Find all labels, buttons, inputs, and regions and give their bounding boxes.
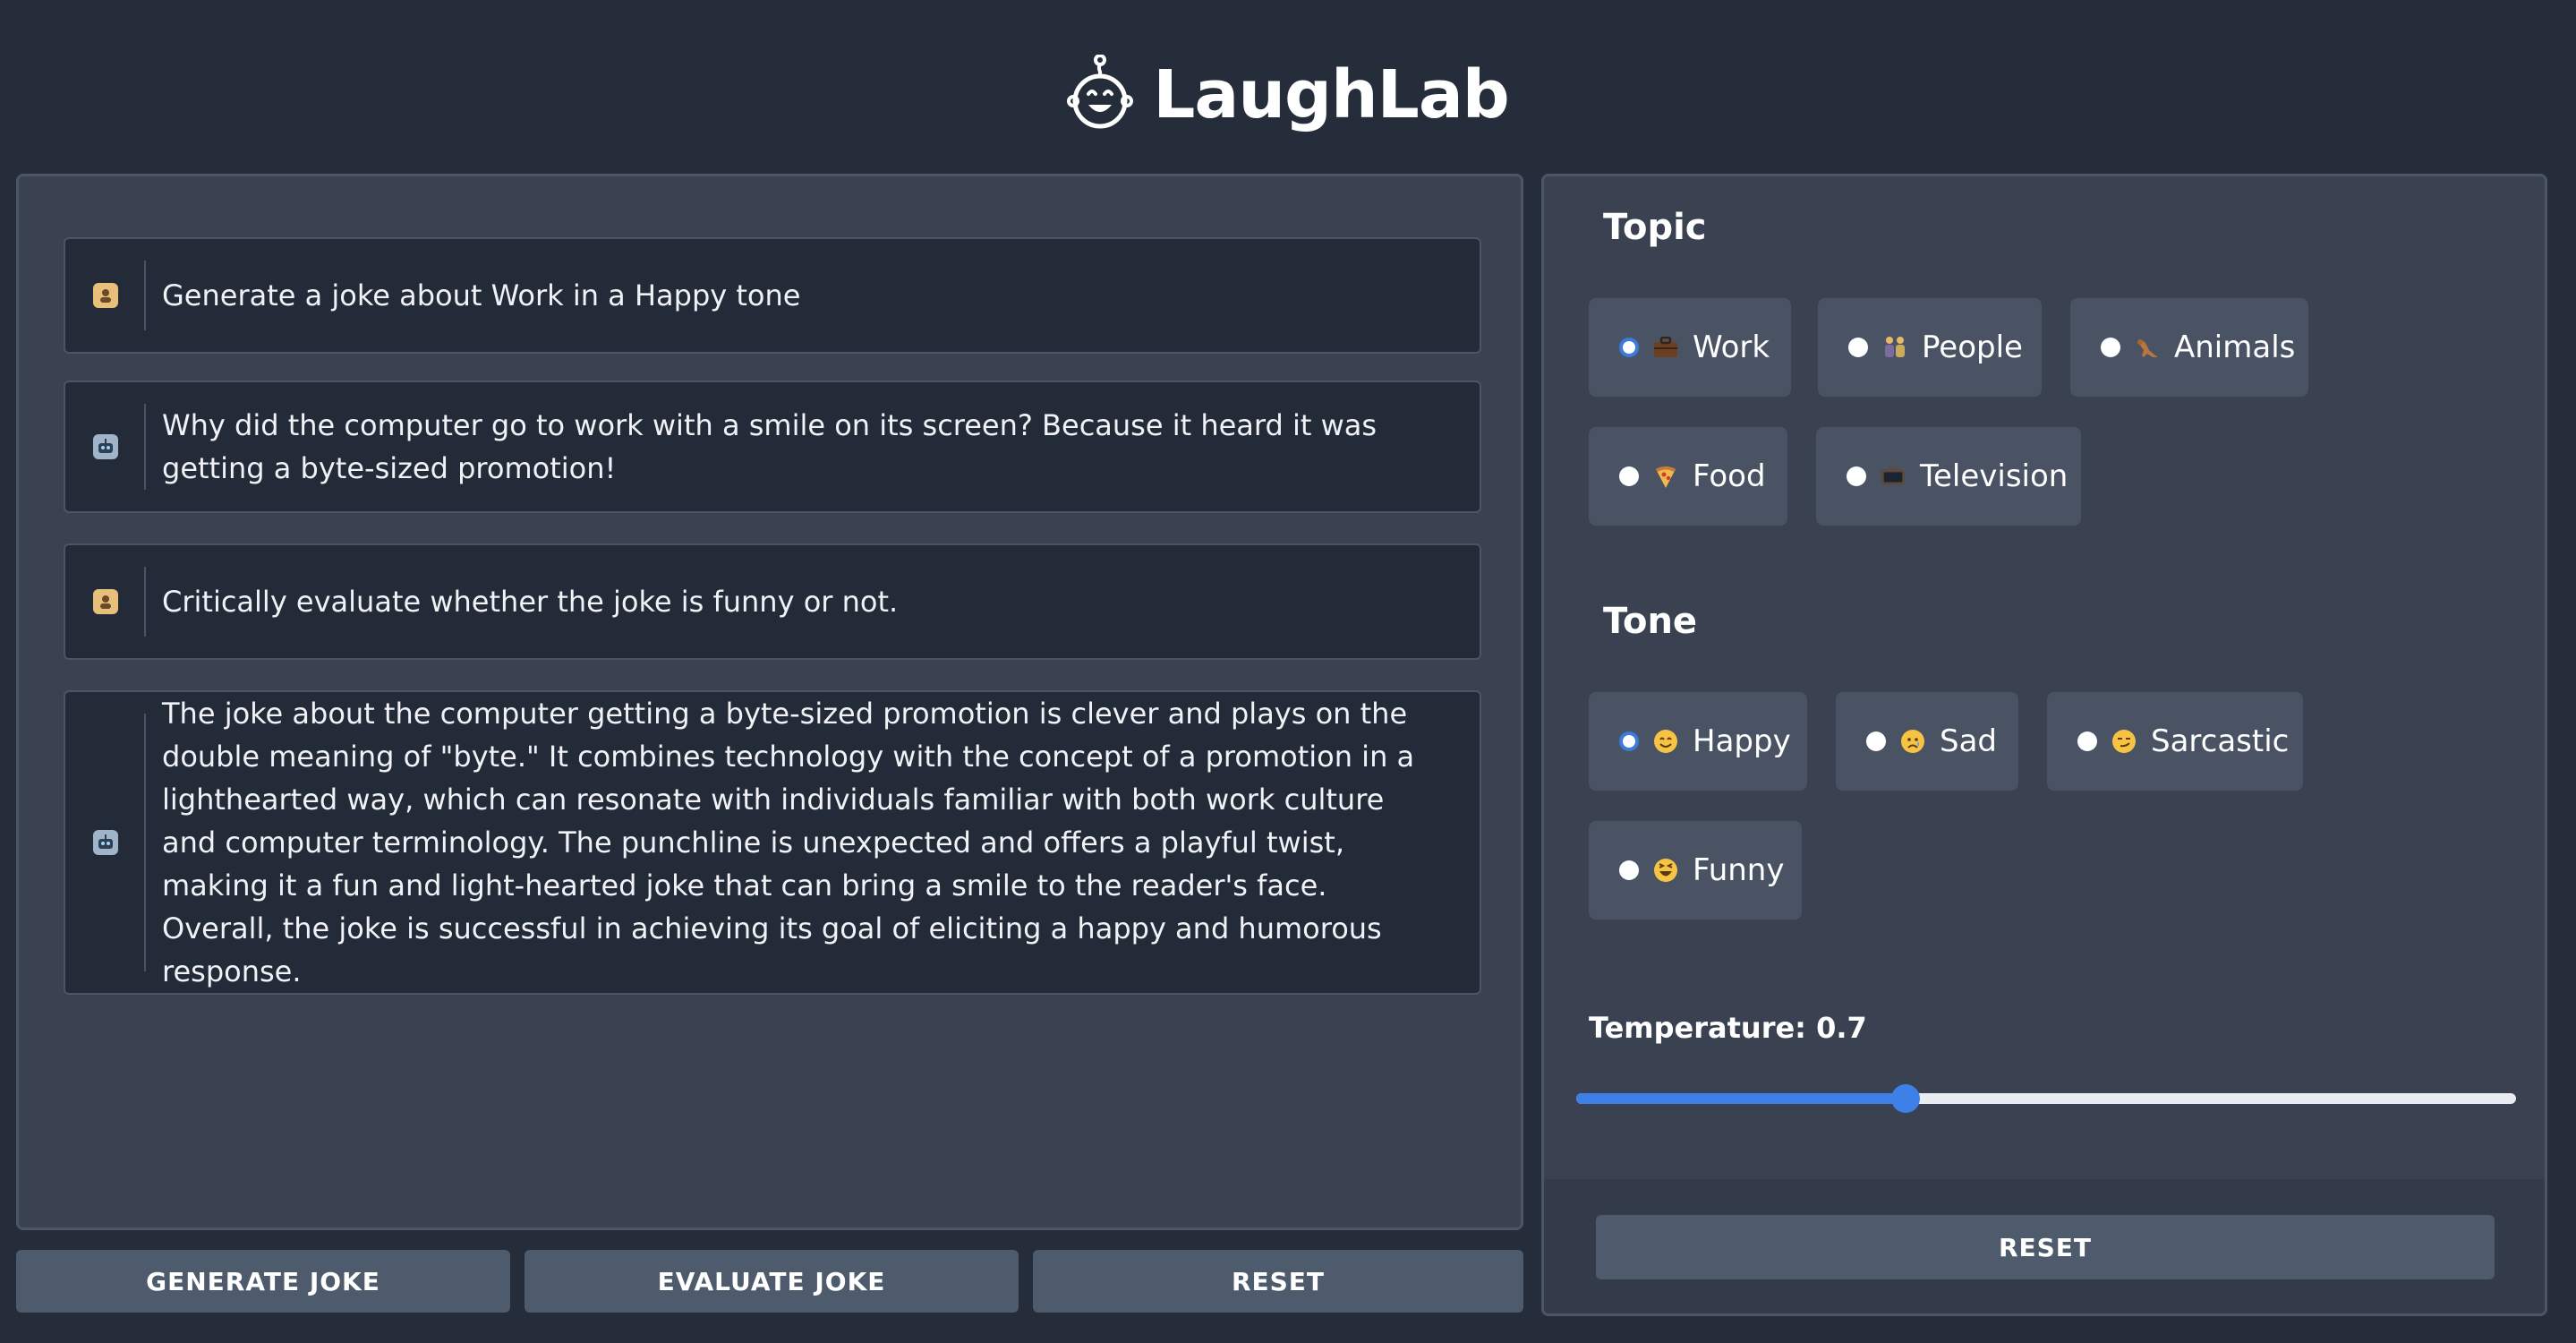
radio-button[interactable] xyxy=(1619,731,1639,751)
app-header: LaughLab xyxy=(0,0,2576,170)
user-avatar-icon xyxy=(93,283,118,308)
chat-panel: Generate a joke about Work in a Happy to… xyxy=(16,174,1523,1230)
robot-avatar-icon xyxy=(93,434,118,459)
option-label: Television xyxy=(1920,458,2068,494)
smirking-face-icon xyxy=(2111,729,2137,754)
app-title: LaughLab xyxy=(1153,56,1509,133)
chat-message-text: Why did the computer go to work with a s… xyxy=(162,408,1378,485)
option-label: Food xyxy=(1693,458,1766,494)
chat-message-text: Critically evaluate whether the joke is … xyxy=(162,585,899,619)
laughing-baby-face-icon xyxy=(1067,54,1134,135)
radio-button[interactable] xyxy=(2077,731,2097,751)
option-label: Animals xyxy=(2174,329,2296,365)
option-label: Funny xyxy=(1693,852,1785,888)
topic-option-work[interactable]: Work xyxy=(1589,298,1791,397)
option-label: Happy xyxy=(1693,723,1791,759)
radio-button[interactable] xyxy=(1848,338,1868,357)
television-icon xyxy=(1881,464,1906,489)
topic-section-title: Topic xyxy=(1603,207,1707,248)
reset-settings-button[interactable]: RESET xyxy=(1596,1215,2495,1279)
user-avatar-icon xyxy=(93,589,118,614)
option-label: Sarcastic xyxy=(2151,723,2290,759)
slider-fill xyxy=(1576,1093,1906,1104)
settings-panel: Topic Work People Animals Food Televisio… xyxy=(1541,174,2547,1316)
temperature-slider[interactable] xyxy=(1576,1081,2516,1116)
chat-message-text: Generate a joke about Work in a Happy to… xyxy=(162,278,801,312)
laughing-face-icon xyxy=(1653,858,1678,883)
radio-button[interactable] xyxy=(1847,466,1866,486)
option-label: People xyxy=(1922,329,2023,365)
radio-button[interactable] xyxy=(1619,466,1639,486)
generate-joke-button[interactable]: GENERATE JOKE xyxy=(16,1250,510,1313)
chat-message-text: The joke about the computer getting a by… xyxy=(162,697,1415,988)
radio-button[interactable] xyxy=(1866,731,1886,751)
chat-message-assistant: Why did the computer go to work with a s… xyxy=(64,381,1481,513)
radio-button[interactable] xyxy=(1619,860,1639,880)
people-icon xyxy=(1882,335,1907,360)
reset-chat-button[interactable]: RESET xyxy=(1033,1250,1523,1313)
temperature-label: Temperature: 0.7 xyxy=(1589,1011,1867,1045)
pizza-icon xyxy=(1653,464,1678,489)
robot-avatar-icon xyxy=(93,830,118,855)
sad-face-icon xyxy=(1900,729,1925,754)
chat-message-user: Critically evaluate whether the joke is … xyxy=(64,543,1481,660)
radio-button[interactable] xyxy=(2101,338,2120,357)
chat-actions: GENERATE JOKE EVALUATE JOKE RESET xyxy=(16,1250,1523,1313)
briefcase-icon xyxy=(1653,335,1678,360)
tone-option-funny[interactable]: Funny xyxy=(1589,821,1802,920)
evaluate-joke-button[interactable]: EVALUATE JOKE xyxy=(525,1250,1019,1313)
topic-option-television[interactable]: Television xyxy=(1816,427,2081,526)
kangaroo-icon xyxy=(2135,335,2160,360)
topic-option-food[interactable]: Food xyxy=(1589,427,1787,526)
option-label: Sad xyxy=(1940,723,1997,759)
chat-message-assistant: The joke about the computer getting a by… xyxy=(64,690,1481,995)
smiling-face-icon xyxy=(1653,729,1678,754)
settings-footer: RESET xyxy=(1544,1179,2545,1313)
tone-option-happy[interactable]: Happy xyxy=(1589,692,1807,791)
topic-option-animals[interactable]: Animals xyxy=(2070,298,2308,397)
chat-message-user: Generate a joke about Work in a Happy to… xyxy=(64,237,1481,354)
option-label: Work xyxy=(1693,329,1770,365)
topic-option-people[interactable]: People xyxy=(1818,298,2042,397)
brand: LaughLab xyxy=(1067,54,1510,135)
tone-section-title: Tone xyxy=(1603,601,1698,642)
radio-button[interactable] xyxy=(1619,338,1639,357)
slider-thumb[interactable] xyxy=(1890,1084,1920,1113)
tone-option-sad[interactable]: Sad xyxy=(1836,692,2018,791)
tone-option-sarcastic[interactable]: Sarcastic xyxy=(2047,692,2303,791)
